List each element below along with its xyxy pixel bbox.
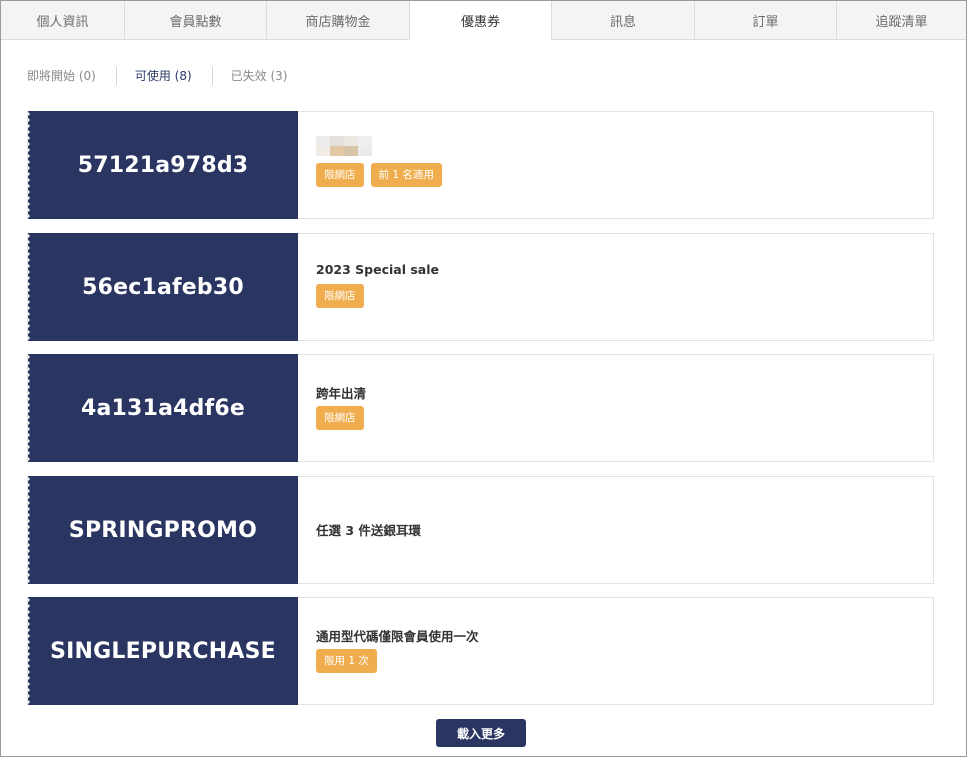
coupon-title: 任選 3 件送銀耳環 xyxy=(316,523,421,538)
tab-profile[interactable]: 個人資訊 xyxy=(1,1,125,40)
coupon-title: 通用型代碼僅限會員使用一次 xyxy=(316,629,479,644)
member-center-panel: 個人資訊 會員點數 商店購物金 優惠券 訊息 訂單 追蹤清單 即將開始 (0) … xyxy=(0,0,967,757)
tab-store-credit[interactable]: 商店購物金 xyxy=(267,1,410,40)
coupon-tags: 限網店 xyxy=(316,406,364,430)
coupon-tag: 限網店 xyxy=(316,163,364,187)
coupon-card[interactable]: SPRINGPROMO 任選 3 件送銀耳環 xyxy=(27,476,934,584)
tab-messages[interactable]: 訊息 xyxy=(552,1,695,40)
coupon-code: 57121a978d3 xyxy=(77,152,249,178)
coupon-card[interactable]: SINGLEPURCHASE 通用型代碼僅限會員使用一次 限用 1 次 xyxy=(27,597,934,705)
coupon-code-panel: 4a131a4df6e xyxy=(28,354,298,462)
coupon-tag: 限用 1 次 xyxy=(316,649,377,673)
coupon-code-panel: SPRINGPROMO xyxy=(28,476,298,584)
tab-orders[interactable]: 訂單 xyxy=(695,1,837,40)
tab-coupons[interactable]: 優惠券 xyxy=(410,1,552,40)
coupon-info: 限網店 前 1 名適用 xyxy=(316,112,923,218)
coupon-info: 2023 Special sale 限網店 xyxy=(316,234,923,340)
coupon-tags: 限網店 xyxy=(316,284,364,308)
tab-member-points[interactable]: 會員點數 xyxy=(125,1,267,40)
coupon-code: 4a131a4df6e xyxy=(81,395,245,421)
coupon-code: SINGLEPURCHASE xyxy=(50,638,276,664)
filter-available[interactable]: 可使用 (8) xyxy=(135,65,192,87)
member-tabs: 個人資訊 會員點數 商店購物金 優惠券 訊息 訂單 追蹤清單 xyxy=(1,1,966,40)
coupon-tags: 限用 1 次 xyxy=(316,649,377,673)
coupon-info: 跨年出清 限網店 xyxy=(316,355,923,461)
coupon-tag: 限網店 xyxy=(316,406,364,430)
coupon-card[interactable]: 57121a978d3 限網店 前 1 名適用 xyxy=(27,111,934,219)
coupon-tag: 限網店 xyxy=(316,284,364,308)
coupon-card[interactable]: 4a131a4df6e 跨年出清 限網店 xyxy=(27,354,934,462)
coupon-info: 通用型代碼僅限會員使用一次 限用 1 次 xyxy=(316,598,923,704)
coupon-tag: 前 1 名適用 xyxy=(370,163,442,187)
coupon-info: 任選 3 件送銀耳環 xyxy=(316,477,923,583)
blurred-coupon-name xyxy=(316,136,372,156)
tab-wishlist[interactable]: 追蹤清單 xyxy=(837,1,966,40)
coupon-code-panel: SINGLEPURCHASE xyxy=(28,597,298,705)
coupon-status-filters: 即將開始 (0) 可使用 (8) 已失效 (3) xyxy=(27,65,287,87)
load-more-button[interactable]: 載入更多 xyxy=(436,719,526,747)
coupon-title: 跨年出清 xyxy=(316,386,367,401)
coupon-tags: 限網店 前 1 名適用 xyxy=(316,163,442,187)
filter-divider xyxy=(115,67,117,85)
coupon-code: 56ec1afeb30 xyxy=(82,274,244,300)
filter-divider xyxy=(211,67,213,85)
coupon-card[interactable]: 56ec1afeb30 2023 Special sale 限網店 xyxy=(27,233,934,341)
coupon-code-panel: 57121a978d3 xyxy=(28,111,298,219)
filter-upcoming[interactable]: 即將開始 (0) xyxy=(27,65,96,87)
coupon-title: 2023 Special sale xyxy=(316,262,439,277)
coupon-code: SPRINGPROMO xyxy=(68,517,258,543)
coupon-code-panel: 56ec1afeb30 xyxy=(28,233,298,341)
filter-expired[interactable]: 已失效 (3) xyxy=(231,65,288,87)
